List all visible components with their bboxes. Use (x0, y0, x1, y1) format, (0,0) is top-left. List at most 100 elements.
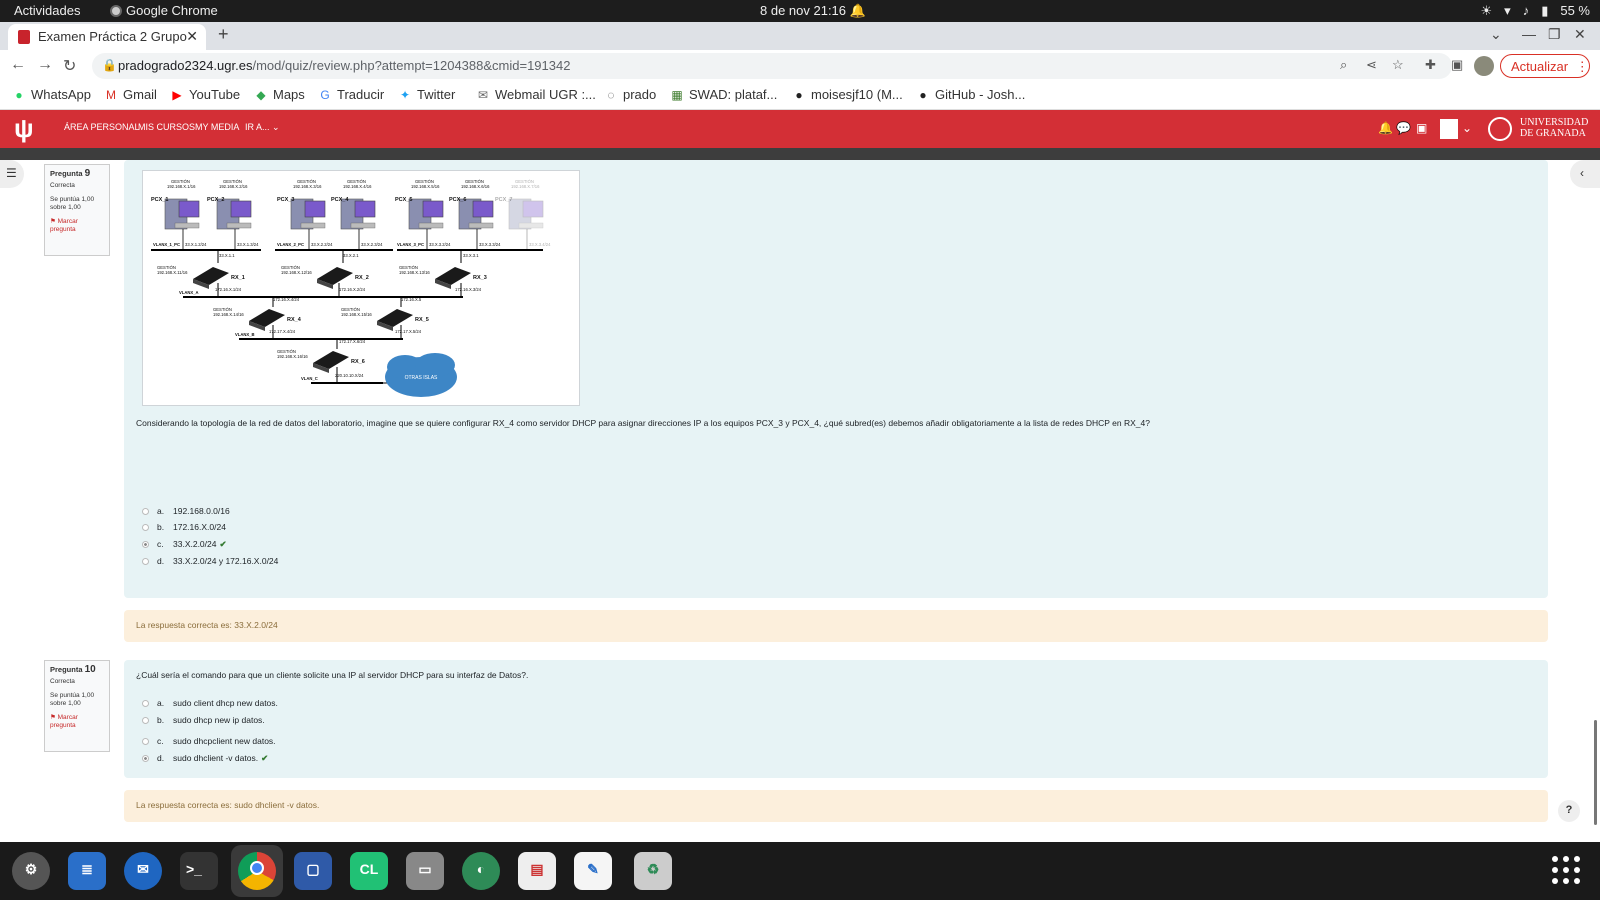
app-menu[interactable]: Google Chrome (110, 3, 218, 18)
close-window-button[interactable]: ✕ (1574, 26, 1586, 43)
side-panel-icon[interactable]: ▣ (1451, 57, 1463, 73)
option-text: 33.X.2.0/24 (173, 539, 217, 549)
menu-area-personal[interactable]: ÁREA PERSONAL (64, 122, 140, 132)
answer-option-b[interactable]: b. 172.16.X.0/24 (142, 522, 226, 532)
help-button[interactable]: ? (1558, 800, 1580, 822)
reload-button[interactable]: ↻ (63, 56, 76, 76)
pc-monitor (522, 200, 544, 218)
user-avatar[interactable] (1440, 119, 1458, 139)
bookmark-youtube[interactable]: ▶ YouTube (170, 87, 240, 102)
answer-option-b[interactable]: b. sudo dhcp new ip datos. (142, 715, 265, 725)
chrome-icon[interactable] (238, 852, 276, 890)
radio-button[interactable] (142, 508, 149, 515)
forward-button[interactable]: → (37, 56, 53, 74)
pc-monitor (354, 200, 376, 218)
university-line2: DE GRANADA (1520, 128, 1586, 139)
flag-icon: ⚑ (50, 218, 56, 225)
bookmark-star-icon[interactable]: ☆ (1392, 57, 1404, 73)
radio-button-selected[interactable] (142, 755, 149, 762)
minimize-button[interactable]: — (1522, 26, 1536, 42)
course-index-toggle[interactable]: ☰ (0, 160, 24, 188)
moodle-favicon-icon (18, 30, 30, 44)
page-scrollbar[interactable] (1594, 720, 1597, 825)
user-menu-chevron-icon[interactable]: ⌄ (1462, 121, 1472, 135)
url-text[interactable]: pradogrado2324.ugr.es/mod/quiz/review.ph… (118, 58, 570, 73)
bookmark-whatsapp[interactable]: ● WhatsApp (12, 87, 91, 102)
dock: ⚙ ≣ ✉ >_ ▢ CL ▭ ◐ ▤ ✎ ♻ (0, 842, 1600, 900)
menu-mis-cursos[interactable]: MIS CURSOS (138, 122, 195, 132)
answer-option-d[interactable]: d. 33.X.2.0/24 y 172.16.X.0/24 (142, 556, 278, 566)
option-letter: d. (157, 556, 165, 566)
prado-logo[interactable]: ψ (14, 113, 34, 144)
bookmark-traducir[interactable]: G Traducir (318, 87, 384, 102)
answer-option-c[interactable]: c. 33.X.2.0/24 ✔ (142, 539, 227, 550)
system-tray[interactable]: ☀ ▾ ♪ ▮ 55 % (1481, 3, 1590, 19)
bookmark-webmail[interactable]: ✉ Webmail UGR :... (476, 87, 596, 102)
bookmark-maps[interactable]: ◆ Maps (254, 87, 305, 102)
cart-icon[interactable]: ▣ (1416, 121, 1427, 135)
bookmark-label: Maps (273, 87, 305, 102)
files-icon[interactable]: ▭ (406, 852, 444, 890)
back-button[interactable]: ← (10, 56, 26, 74)
writer-icon[interactable]: ≣ (68, 852, 106, 890)
clock[interactable]: 8 de nov 21:16 🔔 (760, 3, 866, 19)
update-button[interactable]: Actualizar ⋮ (1500, 54, 1590, 78)
router-mgmt-ip: 192.168.X.16/16 (277, 354, 308, 359)
notifications-icon[interactable]: 🔔 (1378, 121, 1393, 135)
pc-mgmt-ip: 192.168.X.5/16 (411, 184, 440, 189)
text-editor-icon[interactable]: ✎ (574, 852, 612, 890)
flag-question-link[interactable]: ⚑ Marcar pregunta (50, 714, 104, 730)
thunderbird-icon[interactable]: ✉ (124, 852, 162, 890)
radio-button[interactable] (142, 700, 149, 707)
radio-button[interactable] (142, 524, 149, 531)
network-topology-diagram: OTRAS ISLAS GESTIÓN 192.168.X.1/16 PCX_1 33… (142, 170, 580, 406)
close-tab-icon[interactable]: ✕ (186, 28, 198, 45)
terminal-icon[interactable]: >_ (180, 852, 218, 890)
pc-monitor (422, 200, 444, 218)
lock-icon[interactable]: 🔒 (102, 58, 117, 72)
answer-option-c[interactable]: c. sudo dhcpclient new datos. (142, 736, 276, 746)
bookmark-swad[interactable]: ▦ SWAD: plataf... (670, 87, 777, 102)
radio-button-selected[interactable] (142, 541, 149, 548)
tab-exam[interactable]: Examen Práctica 2 Grupo ✕ (8, 24, 206, 50)
extensions-icon[interactable]: ✚ (1425, 57, 1436, 73)
activities-button[interactable]: Actividades (14, 3, 80, 18)
bookmark-github-moises[interactable]: ● moisesjf10 (M... (792, 87, 902, 102)
virtualbox-icon[interactable]: ▢ (294, 852, 332, 890)
pc-monitor (472, 200, 494, 218)
radio-button[interactable] (142, 738, 149, 745)
address-bar[interactable]: 🔒 pradogrado2324.ugr.es/mod/quiz/review.… (92, 53, 1452, 79)
bookmark-gmail[interactable]: M Gmail (104, 87, 157, 102)
flag-question-link[interactable]: ⚑ Marcar pregunta (50, 218, 104, 234)
messages-icon[interactable]: 💬 (1396, 121, 1411, 135)
zoom-icon[interactable]: ⌕ (1340, 57, 1347, 73)
radio-button[interactable] (142, 717, 149, 724)
trash-icon[interactable]: ♻ (634, 852, 672, 890)
answer-option-a[interactable]: a. sudo client dhcp new datos. (142, 698, 278, 708)
bookmark-twitter[interactable]: ✦ Twitter (398, 87, 455, 102)
document-viewer-icon[interactable]: ▤ (518, 852, 556, 890)
clion-icon[interactable]: CL (350, 852, 388, 890)
settings-icon[interactable]: ⚙ (12, 852, 50, 890)
tab-search-icon[interactable]: ⌄ (1490, 26, 1502, 43)
maximize-button[interactable]: ❐ (1548, 26, 1561, 43)
new-tab-button[interactable]: + (218, 24, 229, 45)
pc-monitor (230, 200, 252, 218)
network-icon[interactable]: ◐ (462, 852, 500, 890)
router (377, 309, 413, 331)
answer-option-a[interactable]: a. 192.168.0.0/16 (142, 506, 230, 516)
share-icon[interactable]: ⋖ (1366, 57, 1377, 73)
block-drawer-toggle[interactable]: ‹ (1570, 160, 1600, 188)
option-letter: b. (157, 715, 165, 725)
menu-my-media[interactable]: MY MEDIA (195, 122, 239, 132)
radio-button[interactable] (142, 558, 149, 565)
menu-ir-a[interactable]: IR A... ⌄ (245, 122, 280, 133)
option-text: sudo dhcp new ip datos. (173, 715, 265, 725)
answer-option-d[interactable]: d. sudo dhclient -v datos. ✔ (142, 753, 268, 764)
router-mgmt-ip: 192.168.X.12/16 (281, 270, 312, 275)
bookmark-github-josh[interactable]: ● GitHub - Josh... (916, 87, 1025, 102)
profile-avatar[interactable] (1474, 56, 1494, 76)
bookmark-prado[interactable]: ◌ prado (604, 87, 656, 102)
show-apps-icon[interactable] (1552, 856, 1580, 884)
bookmark-label: GitHub - Josh... (935, 87, 1026, 102)
